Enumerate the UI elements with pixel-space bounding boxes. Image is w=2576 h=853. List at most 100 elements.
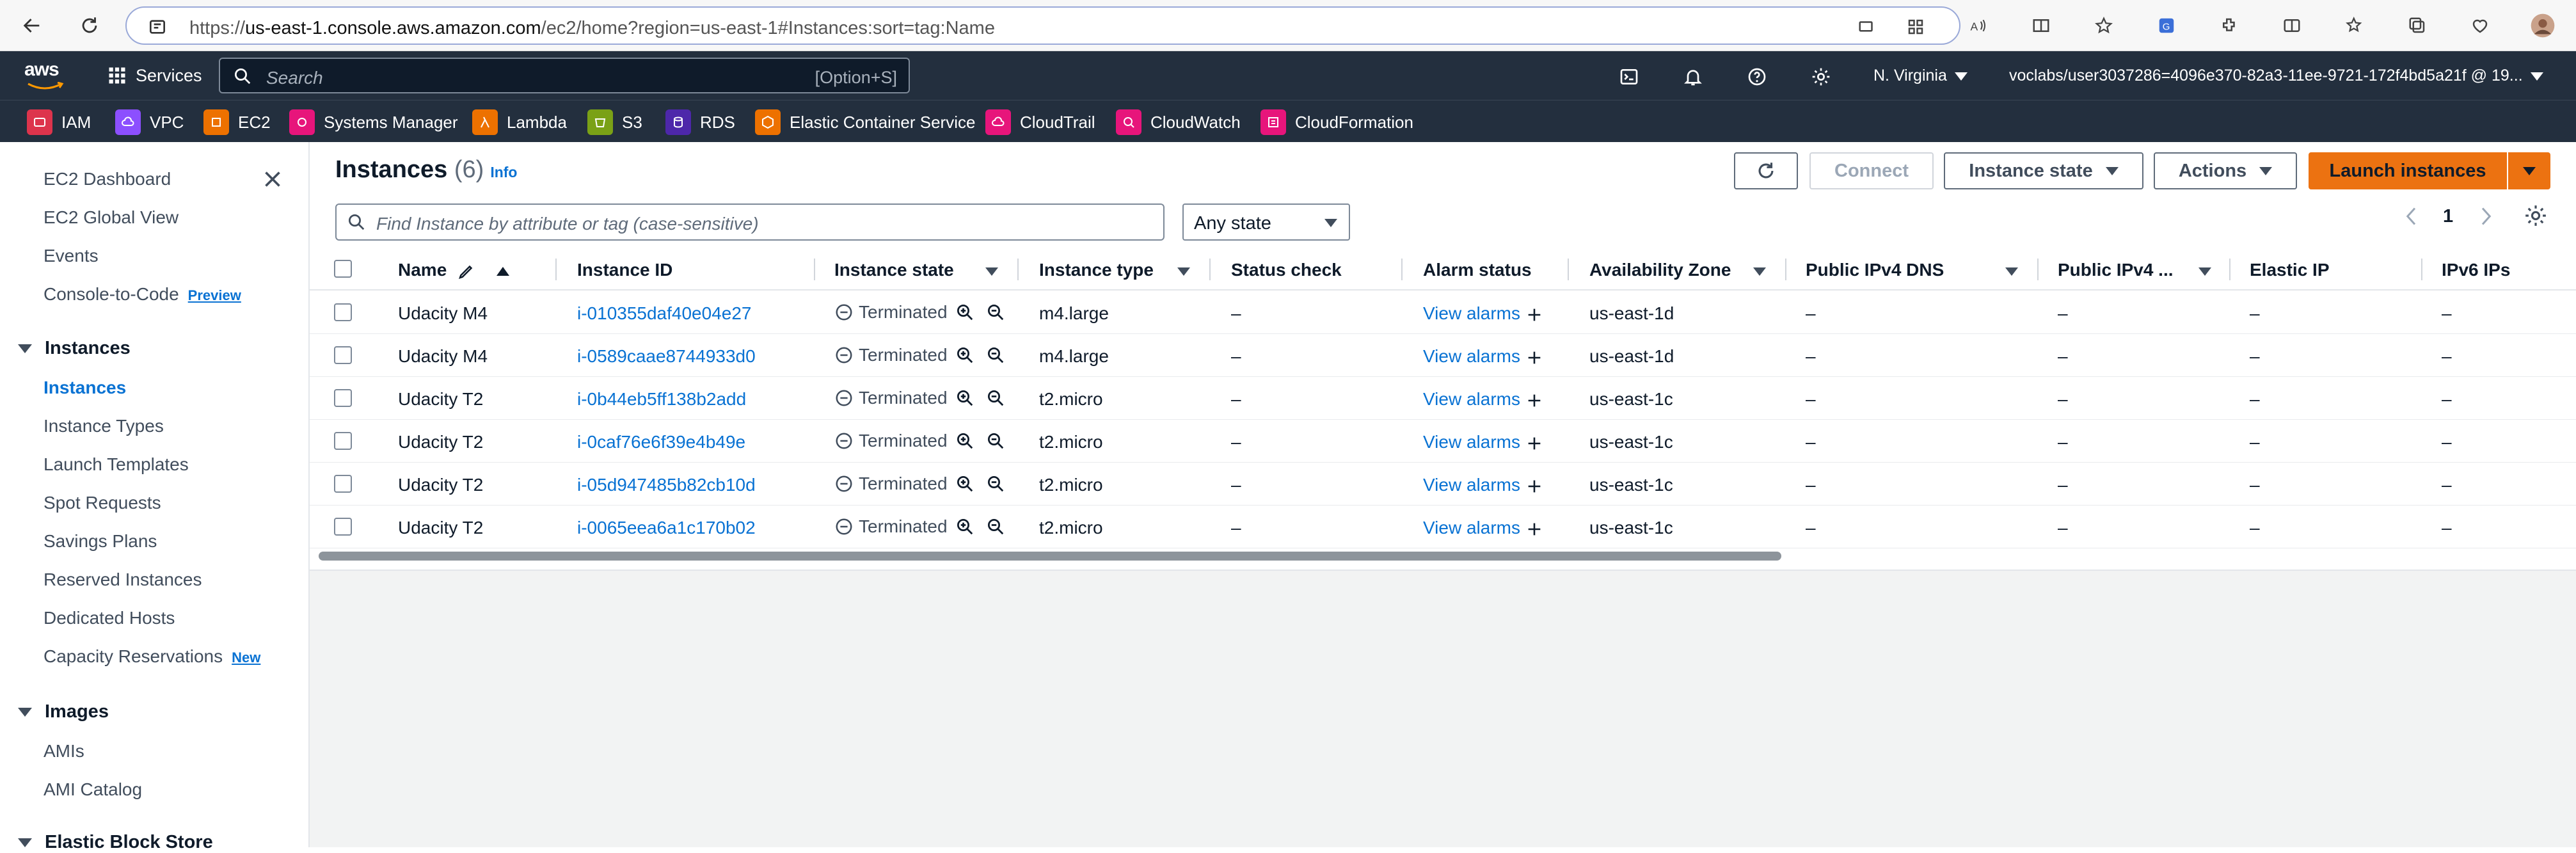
table-row[interactable]: Udacity T2 i-0b44eb5ff138b2add Terminated t… bbox=[310, 376, 2576, 420]
filter-caret-icon[interactable] bbox=[985, 267, 998, 276]
sidebar-item-capacity-reservations[interactable]: Capacity Reservations New bbox=[44, 646, 260, 667]
select-all-checkbox[interactable] bbox=[334, 260, 352, 278]
table-row[interactable]: Udacity T2 i-05d947485b82cb10d Terminated t… bbox=[310, 462, 2576, 506]
column-header-instance-state[interactable]: Instance state bbox=[834, 260, 954, 280]
connect-button[interactable]: Connect bbox=[1809, 152, 1934, 189]
region-selector[interactable]: N. Virginia bbox=[1873, 67, 1968, 85]
read-aloud-icon[interactable]: A bbox=[1966, 13, 1991, 38]
zoom-out-icon[interactable] bbox=[986, 431, 1005, 450]
horizontal-scrollbar[interactable] bbox=[319, 552, 1781, 561]
console-search-input[interactable]: Search [Option+S] bbox=[219, 58, 910, 93]
favorite-ecs[interactable]: Elastic Container Service bbox=[755, 109, 975, 135]
sidebar-item-savings-plans[interactable]: Savings Plans bbox=[44, 531, 157, 552]
view-alarms-link[interactable]: View alarms bbox=[1423, 475, 1543, 495]
close-sidebar-icon[interactable] bbox=[261, 168, 287, 193]
split-screen-icon[interactable] bbox=[2279, 13, 2305, 38]
previous-page-icon[interactable] bbox=[2402, 203, 2421, 234]
sidebar-item-dedicated-hosts[interactable]: Dedicated Hosts bbox=[44, 608, 175, 628]
instance-state-filter[interactable]: Any state bbox=[1182, 203, 1350, 241]
sidebar-item-instances[interactable]: Instances bbox=[44, 378, 126, 398]
column-header-elastic-ip[interactable]: Elastic IP bbox=[2250, 260, 2330, 280]
notifications-bell-icon[interactable] bbox=[1680, 64, 1706, 90]
row-select-checkbox[interactable] bbox=[334, 475, 352, 493]
instance-id-link[interactable]: i-0589caae8744933d0 bbox=[577, 346, 756, 367]
column-header-public-ipv4-dns[interactable]: Public IPv4 DNS bbox=[1806, 260, 1944, 280]
sidebar-section-instances[interactable]: Instances bbox=[18, 338, 131, 359]
reload-icon[interactable] bbox=[77, 13, 102, 38]
preview-badge[interactable]: Preview bbox=[188, 287, 241, 303]
extensions-icon[interactable] bbox=[2216, 13, 2242, 38]
instance-state-button[interactable]: Instance state bbox=[1944, 152, 2143, 189]
favorite-cloudtrail[interactable]: CloudTrail bbox=[985, 109, 1095, 135]
sort-ascending-icon[interactable] bbox=[496, 266, 509, 276]
collections-icon[interactable] bbox=[2405, 13, 2430, 38]
instance-id-link[interactable]: i-0065eea6a1c170b02 bbox=[577, 518, 756, 538]
column-header-instance-id[interactable]: Instance ID bbox=[577, 260, 672, 280]
favorite-vpc[interactable]: VPC bbox=[115, 109, 184, 135]
refresh-button[interactable] bbox=[1734, 152, 1798, 189]
table-preferences-icon[interactable] bbox=[2524, 203, 2548, 233]
favorite-s3[interactable]: S3 bbox=[587, 109, 642, 135]
table-row[interactable]: Udacity T2 i-0caf76e6f39e4b49e Terminated t… bbox=[310, 419, 2576, 463]
site-info-icon[interactable] bbox=[147, 17, 168, 40]
launch-options-dropdown[interactable] bbox=[2508, 152, 2550, 189]
translate-icon[interactable]: G bbox=[2154, 13, 2179, 38]
sidebar-item-ami-catalog[interactable]: AMI Catalog bbox=[44, 779, 142, 800]
row-select-checkbox[interactable] bbox=[334, 432, 352, 450]
instance-id-link[interactable]: i-0b44eb5ff138b2add bbox=[577, 389, 746, 410]
sidebar-item-ec2-global-view[interactable]: EC2 Global View bbox=[44, 207, 179, 228]
sidebar-item-reserved-instances[interactable]: Reserved Instances bbox=[44, 570, 202, 590]
launch-instances-button[interactable]: Launch instances bbox=[2309, 152, 2507, 189]
sidebar-section-images[interactable]: Images bbox=[18, 701, 109, 722]
row-select-checkbox[interactable] bbox=[334, 346, 352, 364]
sidebar-item-amis[interactable]: AMIs bbox=[44, 741, 84, 761]
settings-gear-icon[interactable] bbox=[1808, 64, 1834, 90]
favorites-icon[interactable] bbox=[2342, 13, 2367, 38]
filter-caret-icon[interactable] bbox=[2005, 267, 2018, 276]
view-alarms-link[interactable]: View alarms bbox=[1423, 389, 1543, 410]
zoom-in-icon[interactable] bbox=[955, 388, 974, 408]
table-row[interactable]: Udacity T2 i-0065eea6a1c170b02 Terminated t… bbox=[310, 505, 2576, 548]
table-row[interactable]: Udacity M4 i-0589caae8744933d0 Terminated m… bbox=[310, 333, 2576, 377]
sidebar-item-events[interactable]: Events bbox=[44, 246, 99, 266]
aws-logo[interactable]: aws bbox=[24, 59, 70, 92]
instance-id-link[interactable]: i-05d947485b82cb10d bbox=[577, 475, 756, 495]
help-icon[interactable] bbox=[1744, 64, 1770, 90]
favorite-lambda[interactable]: Lambda bbox=[472, 109, 567, 135]
row-select-checkbox[interactable] bbox=[334, 389, 352, 407]
zoom-in-icon[interactable] bbox=[955, 346, 974, 365]
zoom-out-icon[interactable] bbox=[986, 346, 1005, 365]
table-row[interactable]: Udacity M4 i-010355daf40e04e27 Terminated m… bbox=[310, 291, 2576, 334]
cast-icon[interactable] bbox=[1854, 14, 1880, 40]
favorite-ec2[interactable]: EC2 bbox=[203, 109, 271, 135]
zoom-in-icon[interactable] bbox=[955, 517, 974, 536]
services-menu[interactable]: Services bbox=[107, 63, 202, 88]
apps-icon[interactable] bbox=[1903, 14, 1928, 40]
zoom-in-icon[interactable] bbox=[955, 431, 974, 450]
zoom-out-icon[interactable] bbox=[986, 517, 1005, 536]
favorite-iam[interactable]: IAM bbox=[27, 109, 91, 135]
view-alarms-link[interactable]: View alarms bbox=[1423, 432, 1543, 452]
current-page[interactable]: 1 bbox=[2443, 206, 2453, 227]
favorite-cloudwatch[interactable]: CloudWatch bbox=[1116, 109, 1241, 135]
column-header-public-ipv4[interactable]: Public IPv4 ... bbox=[2058, 260, 2174, 280]
filter-caret-icon[interactable] bbox=[1753, 267, 1766, 276]
cloudshell-icon[interactable] bbox=[1616, 64, 1642, 90]
filter-caret-icon[interactable] bbox=[2198, 267, 2211, 276]
favorite-star-icon[interactable] bbox=[2091, 13, 2117, 38]
reader-icon[interactable] bbox=[2028, 13, 2054, 38]
sidebar-item-instance-types[interactable]: Instance Types bbox=[44, 416, 164, 436]
row-select-checkbox[interactable] bbox=[334, 518, 352, 536]
instance-id-link[interactable]: i-0caf76e6f39e4b49e bbox=[577, 432, 745, 452]
edit-pencil-icon[interactable] bbox=[457, 262, 476, 281]
zoom-out-icon[interactable] bbox=[986, 474, 1005, 493]
next-page-icon[interactable] bbox=[2476, 203, 2495, 234]
column-header-alarm-status[interactable]: Alarm status bbox=[1423, 260, 1532, 280]
zoom-out-icon[interactable] bbox=[986, 303, 1005, 322]
browser-essentials-icon[interactable] bbox=[2467, 13, 2493, 38]
sidebar-item-launch-templates[interactable]: Launch Templates bbox=[44, 454, 189, 475]
view-alarms-link[interactable]: View alarms bbox=[1423, 303, 1543, 324]
column-header-status-check[interactable]: Status check bbox=[1231, 260, 1342, 280]
column-header-availability-zone[interactable]: Availability Zone bbox=[1589, 260, 1731, 280]
back-icon[interactable] bbox=[19, 13, 45, 38]
